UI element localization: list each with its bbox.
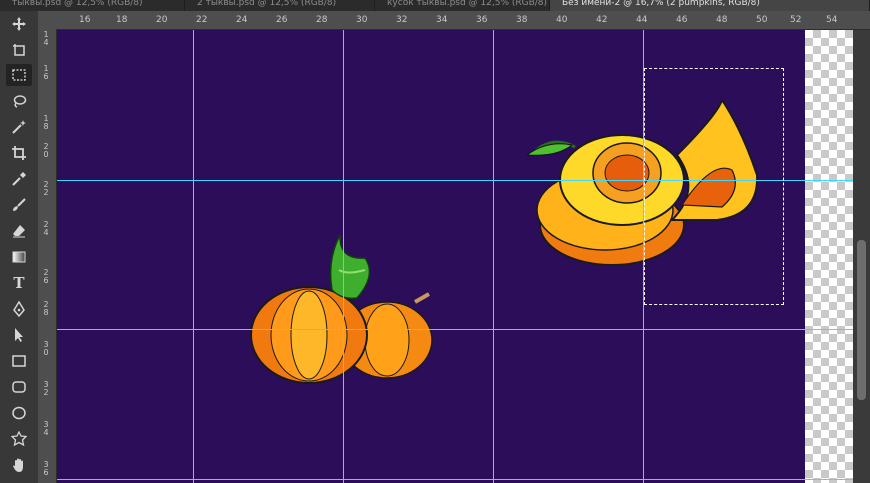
ruler-label: 46	[676, 15, 688, 25]
path-selection-tool[interactable]	[6, 324, 32, 346]
ruler-label: 1 6	[43, 64, 49, 81]
ruler-label: 48	[716, 15, 728, 25]
move-icon	[12, 17, 26, 31]
tab-label: тыквы.psd @ 12,5% (RGB/8)	[12, 0, 143, 8]
brush-tool[interactable]	[6, 194, 32, 216]
ruler-label: 54	[826, 15, 838, 25]
ruler-label: 3 2	[43, 380, 49, 397]
artboard-icon	[13, 44, 25, 56]
ruler-label: 2 8	[43, 300, 49, 317]
ruler-label: 20	[156, 15, 168, 25]
marquee-selection[interactable]	[644, 68, 784, 305]
hand-icon	[13, 458, 23, 472]
gradient-tool[interactable]	[6, 246, 32, 268]
ruler-label: 34	[436, 15, 448, 25]
tab-document-1[interactable]: тыквы.psd @ 12,5% (RGB/8)	[0, 0, 185, 11]
crop-icon	[12, 146, 26, 160]
move-tool[interactable]	[6, 13, 32, 35]
tab-document-2[interactable]: 2 тыквы.psd @ 12,5% (RGB/8)	[185, 0, 375, 11]
vertical-ruler: 1 4 1 6 1 8 2 0 2 2 2 4 2 6 2 8 3 0 3 2 …	[38, 29, 57, 483]
eyedropper-tool[interactable]	[6, 168, 32, 190]
ruler-label: 1 8	[43, 114, 49, 131]
ruler-label: 16	[79, 15, 91, 25]
pen-icon	[13, 301, 25, 317]
tools-panel: T	[0, 11, 39, 483]
rounded-rect-tool[interactable]	[6, 376, 32, 398]
hand-tool[interactable]	[6, 454, 32, 476]
tab-label: Без имени-2 @ 16,7% (2 pumpkins, RGB/8)	[562, 0, 760, 8]
lasso-tool[interactable]	[6, 90, 32, 112]
ruler-label: 22	[196, 15, 208, 25]
ellipse-icon	[12, 406, 26, 420]
vertical-scrollbar[interactable]	[853, 30, 870, 483]
eraser-tool[interactable]	[6, 220, 32, 242]
eraser-icon	[13, 225, 25, 238]
ruler-label: 38	[516, 15, 528, 25]
gradient-icon	[12, 251, 26, 263]
ruler-label: 36	[476, 15, 488, 25]
ruler-label: 52	[790, 15, 802, 25]
tab-document-active[interactable]: Без имени-2 @ 16,7% (2 pumpkins, RGB/8)	[550, 0, 870, 11]
pumpkins-image[interactable]	[247, 230, 447, 390]
guide-vertical[interactable]	[343, 30, 344, 483]
ruler-label: 2 0	[43, 142, 49, 159]
type-icon: T	[13, 274, 25, 292]
ellipse-tool[interactable]	[6, 402, 32, 424]
ruler-label: 24	[236, 15, 248, 25]
magic-wand-icon	[12, 120, 26, 134]
ruler-label: 28	[316, 15, 328, 25]
lasso-icon	[13, 95, 27, 108]
ruler-label: 32	[396, 15, 408, 25]
ruler-label: 40	[556, 15, 568, 25]
horizontal-ruler: 16 18 20 22 24 26 28 30 32 34 36 38 40 4…	[38, 11, 870, 30]
document-canvas[interactable]	[57, 30, 870, 483]
eyedropper-icon	[12, 172, 26, 186]
guide-vertical[interactable]	[493, 30, 494, 483]
scrollbar-thumb[interactable]	[857, 240, 866, 400]
ruler-label: 3 0	[43, 340, 49, 357]
custom-shape-tool[interactable]	[6, 428, 32, 450]
magic-wand-tool[interactable]	[6, 116, 32, 138]
tab-label: кусок тыквы.psd @ 12,5% (RGB/8)	[387, 0, 548, 8]
ruler-label: 3 4	[43, 420, 49, 437]
ruler-label: 2 2	[43, 180, 49, 197]
rect-marquee-icon	[12, 69, 26, 81]
ruler-label: 1 4	[43, 30, 49, 47]
brush-icon	[13, 198, 26, 211]
arrow-icon	[15, 328, 23, 342]
rectangle-tool[interactable]	[6, 350, 32, 372]
tab-document-3[interactable]: кусок тыквы.psd @ 12,5% (RGB/8)	[375, 0, 550, 11]
ruler-label: 2 4	[43, 220, 49, 237]
rounded-rect-icon	[12, 381, 26, 393]
ruler-label: 3 6	[43, 460, 49, 477]
puzzle-icon	[11, 431, 27, 447]
marquee-tool[interactable]	[6, 64, 32, 86]
ruler-label: 18	[116, 15, 128, 25]
type-tool[interactable]: T	[6, 272, 32, 294]
tab-label: 2 тыквы.psd @ 12,5% (RGB/8)	[197, 0, 337, 8]
artboard-tool[interactable]	[6, 39, 32, 61]
guide-horizontal[interactable]	[57, 329, 870, 330]
ruler-label: 44	[636, 15, 648, 25]
guide-horizontal[interactable]	[57, 479, 870, 480]
crop-tool[interactable]	[6, 142, 32, 164]
document-tab-bar: тыквы.psd @ 12,5% (RGB/8) 2 тыквы.psd @ …	[0, 0, 870, 11]
ruler-label: 50	[756, 15, 768, 25]
ruler-label: 42	[596, 15, 608, 25]
ruler-label: 30	[356, 15, 368, 25]
ruler-label: 26	[276, 15, 288, 25]
rectangle-icon	[12, 355, 26, 367]
ruler-label: 2 6	[43, 268, 49, 285]
guide-vertical[interactable]	[193, 30, 194, 483]
pen-tool[interactable]	[6, 298, 32, 320]
